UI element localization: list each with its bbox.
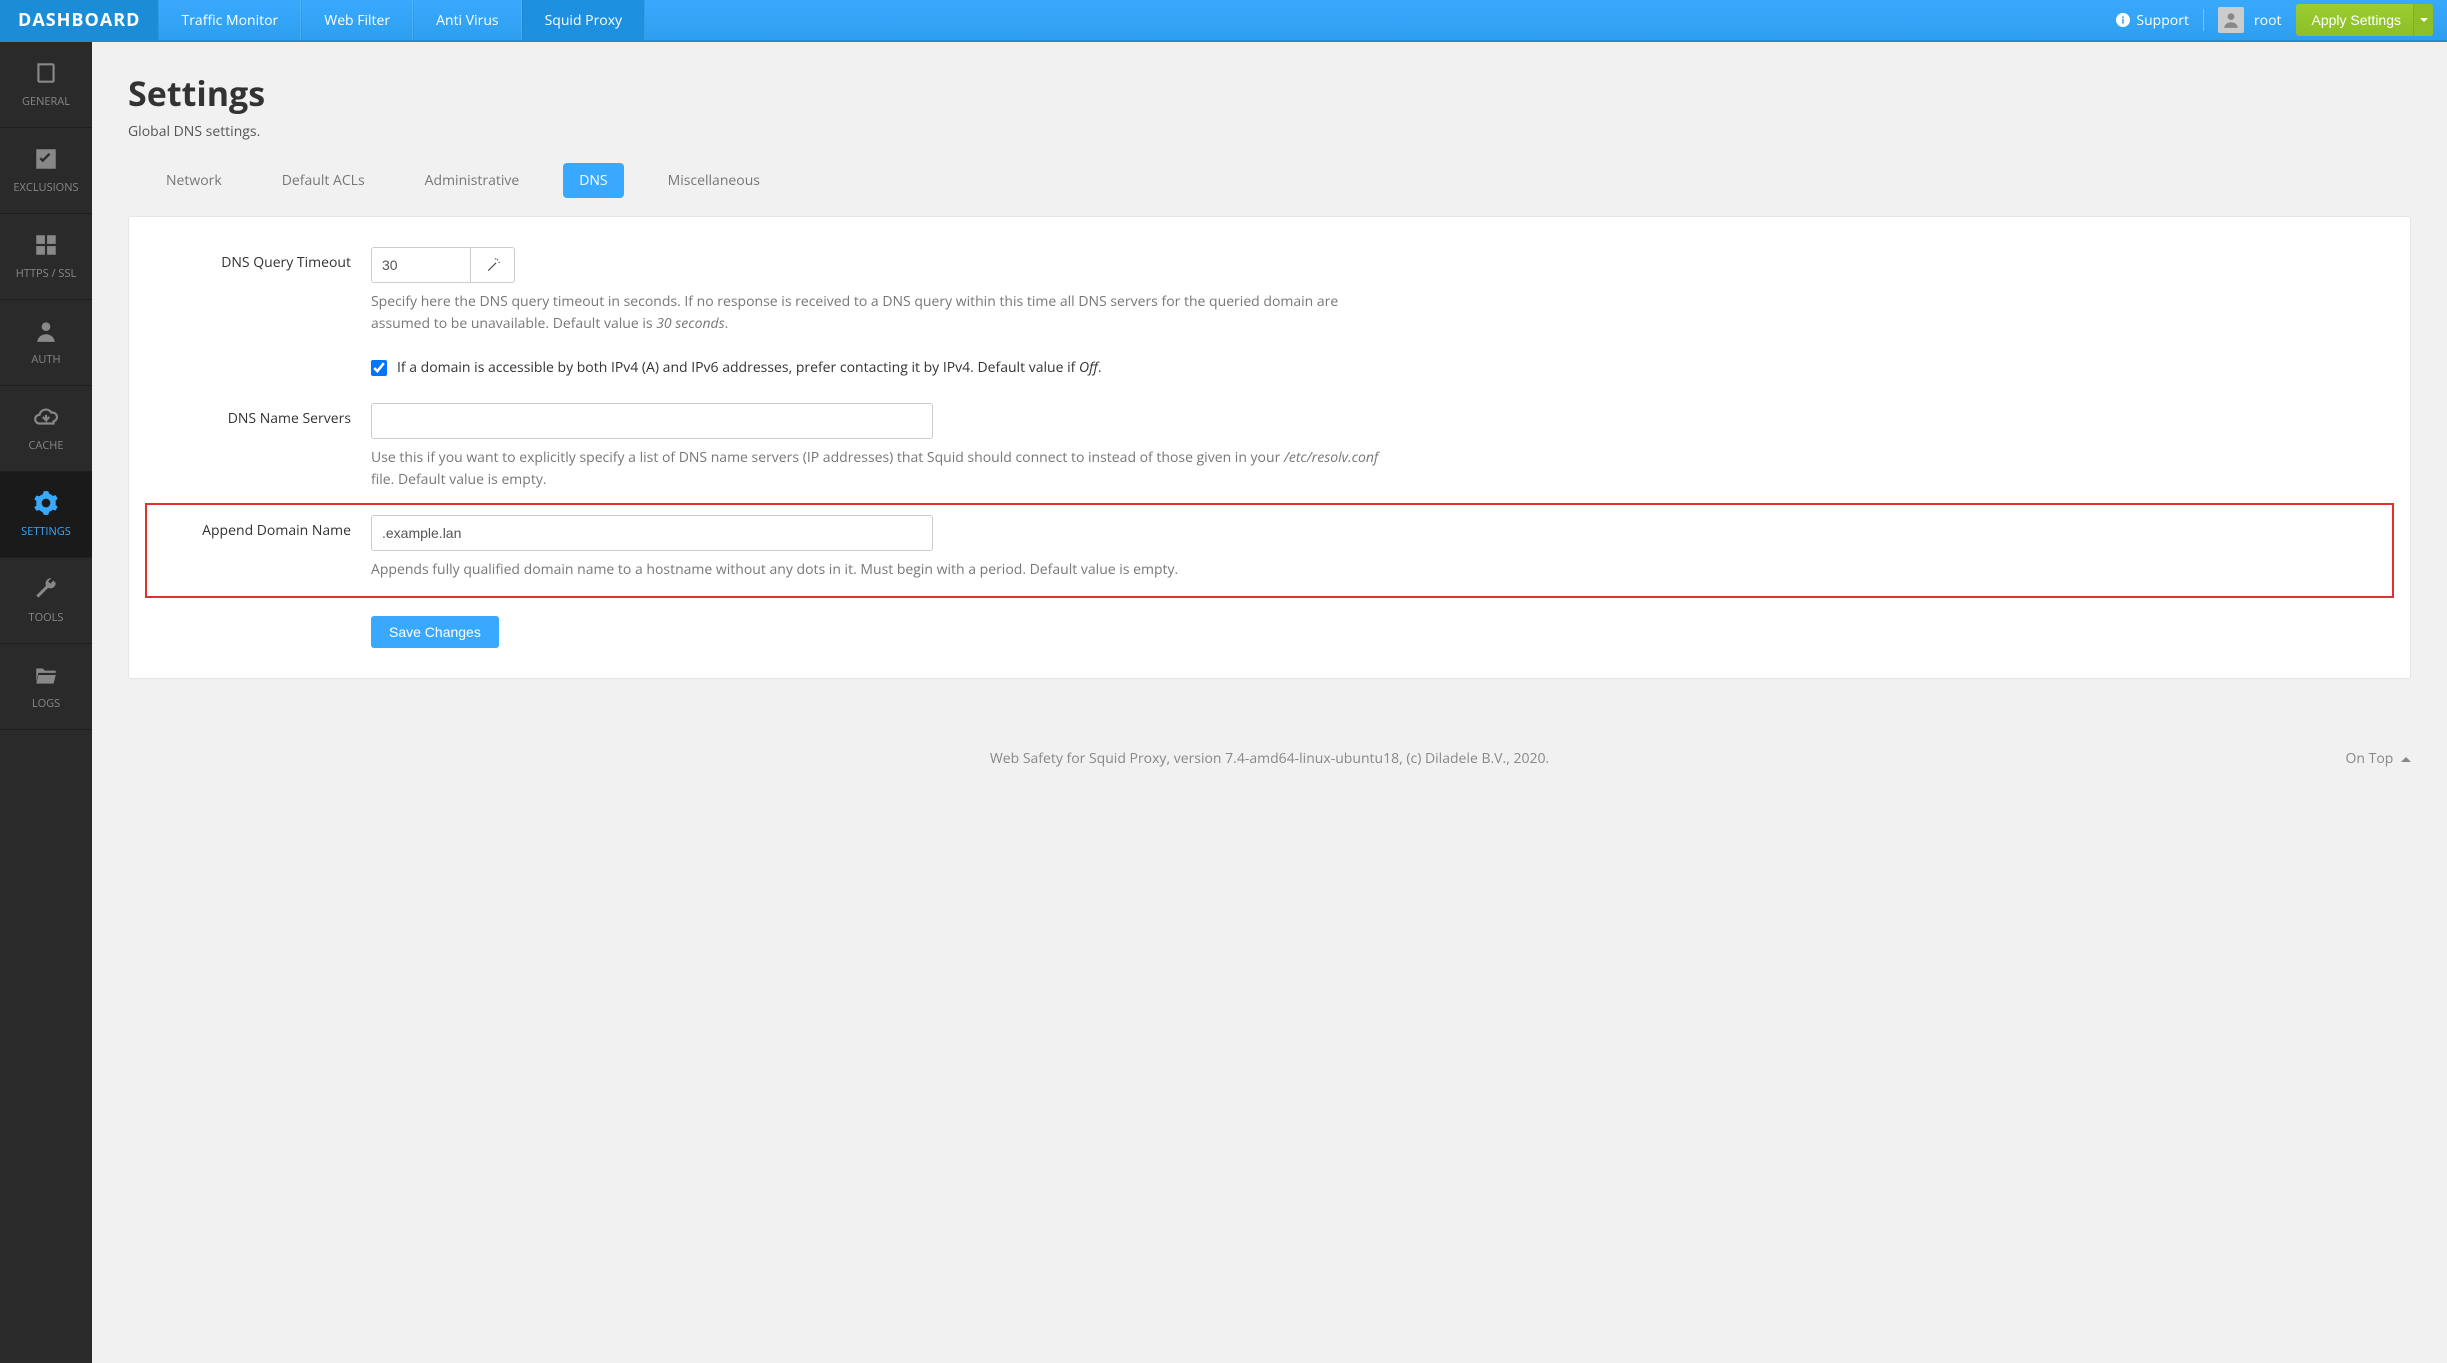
sidebar-item-label: TOOLS xyxy=(29,610,64,625)
topnav-item-web-filter[interactable]: Web Filter xyxy=(301,0,413,40)
wrench-icon xyxy=(33,576,59,602)
magic-wand-icon xyxy=(486,258,500,272)
highlighted-section: Append Domain Name Appends fully qualifi… xyxy=(145,503,2394,599)
row-dns-nameservers: DNS Name Servers Use this if you want to… xyxy=(155,403,2384,490)
separator xyxy=(2203,9,2204,31)
page-subtitle: Global DNS settings. xyxy=(128,122,2411,141)
avatar xyxy=(2218,7,2244,33)
settings-tabs: Network Default ACLs Administrative DNS … xyxy=(128,149,2411,198)
book-icon xyxy=(33,60,59,86)
main-content: Settings Global DNS settings. Network De… xyxy=(92,42,2447,806)
row-append-domain: Append Domain Name Appends fully qualifi… xyxy=(155,515,2384,581)
help-append-domain: Appends fully qualified domain name to a… xyxy=(371,559,1391,581)
user-menu[interactable]: root xyxy=(2218,7,2282,33)
sidebar-item-label: HTTPS / SSL xyxy=(16,266,76,281)
sidebar-item-label: AUTH xyxy=(31,352,60,367)
topnav-item-anti-virus[interactable]: Anti Virus xyxy=(413,0,521,40)
sidebar-item-tools[interactable]: TOOLS xyxy=(0,558,92,644)
caret-down-icon xyxy=(2420,16,2428,24)
info-icon xyxy=(2116,13,2130,27)
label-dns-timeout: DNS Query Timeout xyxy=(155,247,371,272)
ipv4-preference-checkbox[interactable] xyxy=(371,360,387,376)
help-dns-nameservers: Use this if you want to explicitly speci… xyxy=(371,447,1391,490)
username: root xyxy=(2254,11,2282,30)
support-link[interactable]: Support xyxy=(2116,11,2189,30)
user-icon xyxy=(33,318,59,344)
gear-icon xyxy=(33,490,59,516)
dns-timeout-reset-button[interactable] xyxy=(471,247,515,283)
footer-text: Web Safety for Squid Proxy, version 7.4-… xyxy=(990,749,1549,768)
ipv4-preference-label: If a domain is accessible by both IPv4 (… xyxy=(397,358,1102,377)
apply-settings-button[interactable]: Apply Settings xyxy=(2296,4,2418,36)
tab-dns[interactable]: DNS xyxy=(563,163,623,198)
label-dns-nameservers: DNS Name Servers xyxy=(155,403,371,428)
settings-panel: DNS Query Timeout Specify here the DNS q… xyxy=(128,216,2411,679)
on-top-link[interactable]: On Top xyxy=(2346,749,2411,768)
dns-timeout-input[interactable] xyxy=(371,247,471,283)
top-nav: DASHBOARD Traffic Monitor Web Filter Ant… xyxy=(0,0,2447,42)
sidebar-item-auth[interactable]: AUTH xyxy=(0,300,92,386)
help-dns-timeout: Specify here the DNS query timeout in se… xyxy=(371,291,1391,334)
footer: Web Safety for Squid Proxy, version 7.4-… xyxy=(128,739,2411,778)
sidebar-item-general[interactable]: GENERAL xyxy=(0,42,92,128)
folder-open-icon xyxy=(33,662,59,688)
sidebar-item-cache[interactable]: CACHE xyxy=(0,386,92,472)
apply-settings-dropdown[interactable] xyxy=(2413,4,2433,36)
sidebar-item-label: GENERAL xyxy=(22,94,70,109)
row-dns-timeout: DNS Query Timeout Specify here the DNS q… xyxy=(155,247,2384,334)
sidebar-item-settings[interactable]: SETTINGS xyxy=(0,472,92,558)
user-icon xyxy=(2222,11,2240,29)
row-ipv4-preference: If a domain is accessible by both IPv4 (… xyxy=(155,358,2384,377)
page-title: Settings xyxy=(128,70,2411,116)
save-changes-button[interactable]: Save Changes xyxy=(371,616,499,648)
topnav-item-traffic-monitor[interactable]: Traffic Monitor xyxy=(158,0,301,40)
dns-nameservers-input[interactable] xyxy=(371,403,933,439)
sidebar-item-label: SETTINGS xyxy=(21,524,71,539)
sidebar-item-label: LOGS xyxy=(32,696,60,711)
label-append-domain: Append Domain Name xyxy=(155,515,371,540)
support-label: Support xyxy=(2136,11,2189,30)
tab-miscellaneous[interactable]: Miscellaneous xyxy=(652,163,776,198)
sidebar-item-label: EXCLUSIONS xyxy=(13,180,78,195)
topnav-item-squid-proxy[interactable]: Squid Proxy xyxy=(522,0,645,40)
brand-logo[interactable]: DASHBOARD xyxy=(0,0,158,40)
grid-icon xyxy=(33,232,59,258)
tab-default-acls[interactable]: Default ACLs xyxy=(266,163,381,198)
append-domain-input[interactable] xyxy=(371,515,933,551)
check-square-icon xyxy=(33,146,59,172)
sidebar-item-exclusions[interactable]: EXCLUSIONS xyxy=(0,128,92,214)
tab-network[interactable]: Network xyxy=(150,163,238,198)
sidebar-item-logs[interactable]: LOGS xyxy=(0,644,92,730)
chevron-up-icon xyxy=(2401,755,2411,765)
tab-administrative[interactable]: Administrative xyxy=(409,163,536,198)
sidebar: GENERAL EXCLUSIONS HTTPS / SSL AUTH CACH… xyxy=(0,42,92,1363)
cloud-download-icon xyxy=(33,404,59,430)
sidebar-item-label: CACHE xyxy=(28,438,63,453)
sidebar-item-https-ssl[interactable]: HTTPS / SSL xyxy=(0,214,92,300)
